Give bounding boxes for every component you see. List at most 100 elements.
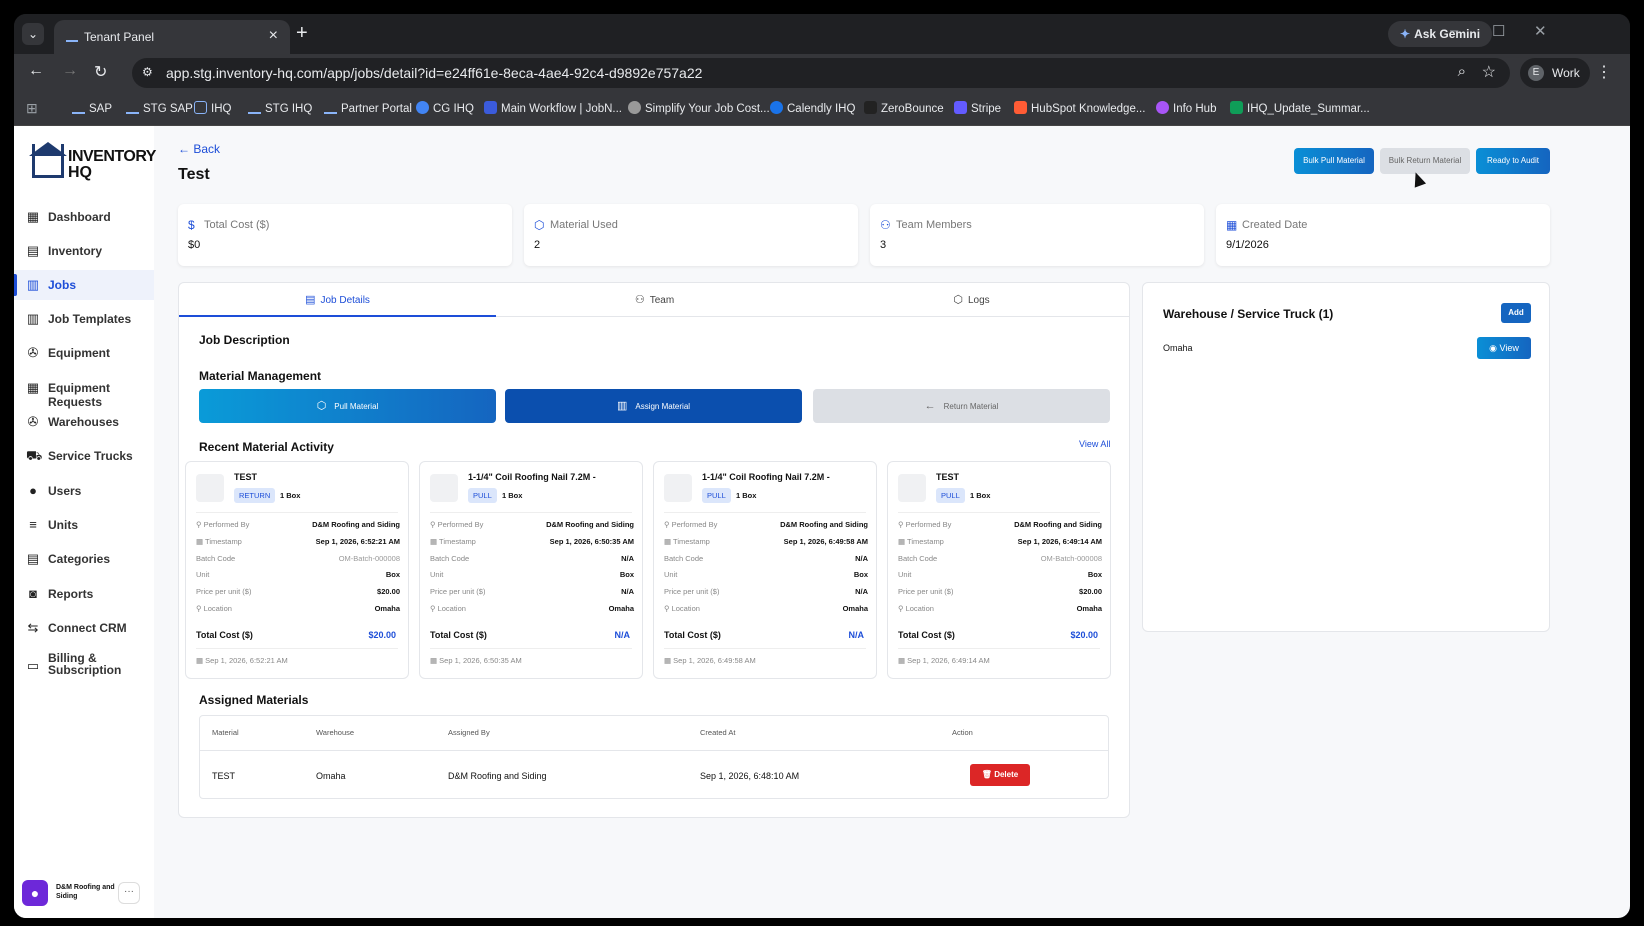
row-label-text: Location	[437, 604, 466, 613]
sidebar-item-warehouses[interactable]: ✇ Warehouses	[14, 407, 154, 437]
zoom-icon[interactable]: ⌕	[1458, 63, 1466, 80]
bookmark-info-hub[interactable]: Info Hub	[1156, 101, 1216, 115]
divider	[430, 512, 632, 513]
tab-list-button[interactable]: ⌄	[22, 23, 44, 45]
sidebar-item-units[interactable]: ≡ Units	[14, 510, 154, 540]
bookmark-sap[interactable]: SAP	[72, 101, 112, 115]
forward-arrow-icon[interactable]: →	[62, 62, 78, 80]
sidebar-item-jobs[interactable]: ▥ Jobs	[14, 270, 154, 300]
sidebar-item-dashboard[interactable]: ▦ Dashboard	[14, 202, 154, 232]
footer-date-text: Sep 1, 2026, 6:49:14 AM	[907, 656, 990, 665]
bookmark-stg-sap[interactable]: STG SAP	[126, 101, 193, 115]
sidebar-item-service-trucks[interactable]: ⛟ Service Trucks	[14, 441, 154, 471]
sidebar-item-connect-crm[interactable]: ⇆ Connect CRM	[14, 613, 154, 643]
bulk-pull-material-button[interactable]: Bulk Pull Material	[1294, 148, 1374, 174]
eye-icon: ◉	[1489, 343, 1500, 353]
delete-button[interactable]: 🗑 Delete	[970, 764, 1030, 786]
logo-house-icon	[32, 144, 64, 178]
back-link[interactable]: ← Back	[178, 142, 220, 156]
tab-close-icon[interactable]: ×	[269, 27, 278, 45]
sidebar-item-inventory[interactable]: ▤ Inventory	[14, 236, 154, 266]
sidebar-item-job-templates[interactable]: ▥ Job Templates	[14, 304, 154, 334]
bookmark-zerobounce[interactable]: ZeroBounce	[864, 101, 944, 115]
sidebar-item-users[interactable]: ● Users	[14, 476, 154, 506]
tab-job-details[interactable]: ▤ Job Details	[179, 283, 496, 317]
row-value: D&M Roofing and Siding	[312, 520, 400, 529]
new-tab-button[interactable]: +	[296, 22, 308, 45]
site-info-icon[interactable]: ⚙	[142, 65, 153, 79]
total-cost-label: Total Cost ($)	[664, 630, 721, 640]
assign-material-button[interactable]: ▥ Assign Material	[505, 389, 802, 423]
row-price: Price per unit ($) $20.00	[898, 587, 1102, 599]
row-value: Omaha	[1076, 604, 1102, 613]
inventory-hq-logo[interactable]: INVENTORY HQ	[29, 142, 156, 181]
bookmark-label: STG SAP	[143, 103, 193, 115]
bookmark-ihq-update[interactable]: IHQ_Update_Summar...	[1230, 101, 1370, 115]
profile-button[interactable]: E Work	[1520, 58, 1590, 88]
row-value: Box	[385, 570, 400, 579]
close-window-icon[interactable]: ✕	[1534, 22, 1547, 40]
bookmark-label: SAP	[89, 103, 113, 115]
browser-tab[interactable]: Tenant Panel ×	[54, 20, 290, 54]
row-label: ▦ Timestamp	[664, 537, 710, 546]
sidebar-item-label: Equipment	[48, 346, 110, 360]
sidebar-item-equipment-requests[interactable]: ▦ Equipment Requests	[14, 373, 154, 410]
activity-card[interactable]: TEST RETURN 1 Box ⚲ Performed By D&M Roof…	[185, 461, 409, 679]
total-cost-label: Total Cost ($)	[898, 630, 955, 640]
sidebar-item-reports[interactable]: ◙ Reports	[14, 579, 154, 609]
sidebar-item-categories[interactable]: ▤ Categories	[14, 544, 154, 574]
row-label: ⚲ Location	[898, 604, 934, 613]
user-footer[interactable]: ● D&M Roofing and Siding ···	[22, 878, 152, 910]
jobs-icon: ▥	[26, 277, 40, 292]
more-options-icon[interactable]: ···	[118, 882, 140, 904]
bookmark-simplify[interactable]: Simplify Your Job Cost...	[628, 101, 770, 115]
material-name: 1-1/4" Coil Roofing Nail 7.2M -	[702, 472, 830, 482]
bookmark-cg-ihq[interactable]: CG IHQ	[416, 101, 474, 115]
address-bar[interactable]: ⚙ app.stg.inventory-hq.com/app/jobs/deta…	[132, 58, 1510, 88]
activity-card[interactable]: 1-1/4" Coil Roofing Nail 7.2M - PULL 1 B…	[653, 461, 877, 679]
total-cost-value: $20.00	[1070, 630, 1098, 640]
bookmark-stripe[interactable]: Stripe	[954, 101, 1001, 115]
back-arrow-icon[interactable]: ←	[28, 62, 44, 80]
sidebar-item-equipment[interactable]: ✇ Equipment	[14, 338, 154, 368]
row-label: Batch Code	[898, 554, 938, 563]
tab-team[interactable]: ⚇ Team	[496, 283, 813, 317]
ready-to-audit-button[interactable]: Ready to Audit	[1476, 148, 1550, 174]
apps-grid-icon[interactable]: ⊞	[26, 100, 38, 117]
bookmark-stg-ihq[interactable]: STG IHQ	[248, 101, 312, 115]
activity-quantity: 1 Box	[970, 491, 991, 500]
reload-icon[interactable]: ↻	[94, 62, 107, 82]
maximize-icon[interactable]: ☐	[1492, 22, 1505, 40]
sidebar-item-label: Jobs	[48, 278, 77, 292]
sidebar: INVENTORY HQ ▦ Dashboard ▤ Inventory ▥ Jobs…	[14, 126, 156, 918]
bookmark-ihq[interactable]: IHQ	[194, 101, 231, 115]
activity-card[interactable]: TEST PULL 1 Box ⚲ Performed By D&M Roofin…	[887, 461, 1111, 679]
ask-gemini-button[interactable]: ✦ Ask Gemini	[1388, 21, 1493, 47]
app-viewport: INVENTORY HQ ▦ Dashboard ▤ Inventory ▥ Jobs…	[14, 126, 1630, 918]
view-warehouse-button[interactable]: ◉ View	[1477, 337, 1531, 359]
row-label: ⚲ Location	[196, 604, 232, 613]
minimize-icon[interactable]: –	[1450, 22, 1458, 39]
tab-logs[interactable]: ⬡ Logs	[813, 283, 1130, 317]
bulk-return-material-button[interactable]: Bulk Return Material	[1380, 148, 1470, 174]
url-text[interactable]: app.stg.inventory-hq.com/app/jobs/detail…	[166, 65, 702, 81]
row-label: Batch Code	[196, 554, 236, 563]
pull-material-button[interactable]: ⬡ Pull Material	[199, 389, 496, 423]
bookmark-partner-portal[interactable]: Partner Portal	[324, 101, 412, 115]
row-label: ⚲ Location	[664, 604, 700, 613]
bookmark-hubspot[interactable]: HubSpot Knowledge...	[1014, 101, 1145, 115]
bookmark-main-workflow[interactable]: Main Workflow | JobN...	[484, 101, 622, 115]
activity-card[interactable]: 1-1/4" Coil Roofing Nail 7.2M - PULL 1 B…	[419, 461, 643, 679]
bookmark-label: ZeroBounce	[881, 103, 944, 115]
bookmark-star-icon[interactable]: ☆	[1482, 62, 1496, 82]
bookmark-calendly[interactable]: Calendly IHQ	[770, 101, 855, 115]
divider	[196, 512, 398, 513]
browser-menu-icon[interactable]: ⋮	[1596, 62, 1612, 82]
calendar-icon: ▦	[1226, 218, 1238, 232]
cell-warehouse: Omaha	[316, 771, 346, 781]
row-timestamp: ▦ Timestamp Sep 1, 2026, 6:50:35 AM	[430, 537, 634, 549]
return-material-button[interactable]: ← Return Material	[813, 389, 1110, 423]
add-warehouse-button[interactable]: Add	[1501, 303, 1531, 323]
view-all-link[interactable]: View All	[1079, 439, 1110, 449]
sidebar-item-billing[interactable]: ▭ Billing & Subscription	[14, 646, 154, 686]
